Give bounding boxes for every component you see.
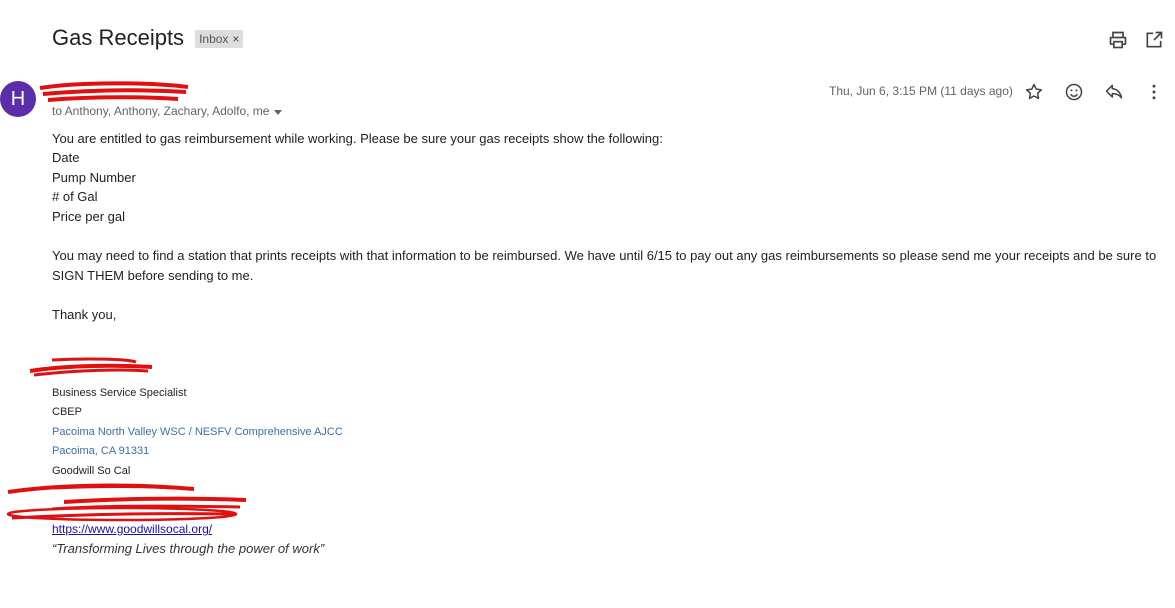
email-subject: Gas Receipts [52,25,185,50]
inbox-label-badge: Inbox × [195,30,244,48]
redaction-mark-contact [6,483,247,522]
inbox-label-text: Inbox [199,32,229,46]
reply-icon[interactable] [1104,82,1124,102]
emoji-reaction-icon[interactable] [1064,82,1084,102]
signature-motto: “Transforming Lives through the power of… [52,541,325,556]
open-in-new-window-icon[interactable] [1144,30,1164,50]
star-icon[interactable] [1024,82,1044,102]
list-item: Price per gal [52,209,125,224]
print-icon[interactable] [1108,30,1128,50]
redaction-mark-sender [39,81,189,102]
body-paragraph-line: You may need to find a station that prin… [52,248,1157,263]
body-paragraph-line: SIGN THEM before sending to me. [52,268,254,283]
more-options-icon[interactable] [1144,82,1164,102]
body-intro: You are entitled to gas reimbursement wh… [52,131,663,146]
signature-dept: CBEP [52,406,82,418]
signature-city: Pacoima, CA 91331 [52,445,150,457]
closing-text: Thank you, [52,307,117,322]
signature-website-link[interactable]: https://www.goodwillsocal.org/ [52,522,212,536]
redaction-mark-signature-name [29,357,153,377]
recipients-text: to Anthony, Anthony, Zachary, Adolfo, me [52,104,270,118]
message-date: Thu, Jun 6, 3:15 PM (11 days ago) [829,84,1013,98]
list-item: Date [52,150,80,165]
recipients-line: to Anthony, Anthony, Zachary, Adolfo, me [52,104,283,118]
remove-label-button[interactable]: × [232,32,239,46]
sender-avatar[interactable]: H [0,81,36,117]
signature-title: Business Service Specialist [52,387,187,399]
show-details-chevron-icon[interactable] [274,109,283,115]
email-subject-row: Gas Receipts Inbox × [52,25,244,51]
list-item: Pump Number [52,170,136,185]
signature-org: Goodwill So Cal [52,465,131,477]
list-item: # of Gal [52,189,98,204]
signature-office: Pacoima North Valley WSC / NESFV Compreh… [52,426,343,438]
